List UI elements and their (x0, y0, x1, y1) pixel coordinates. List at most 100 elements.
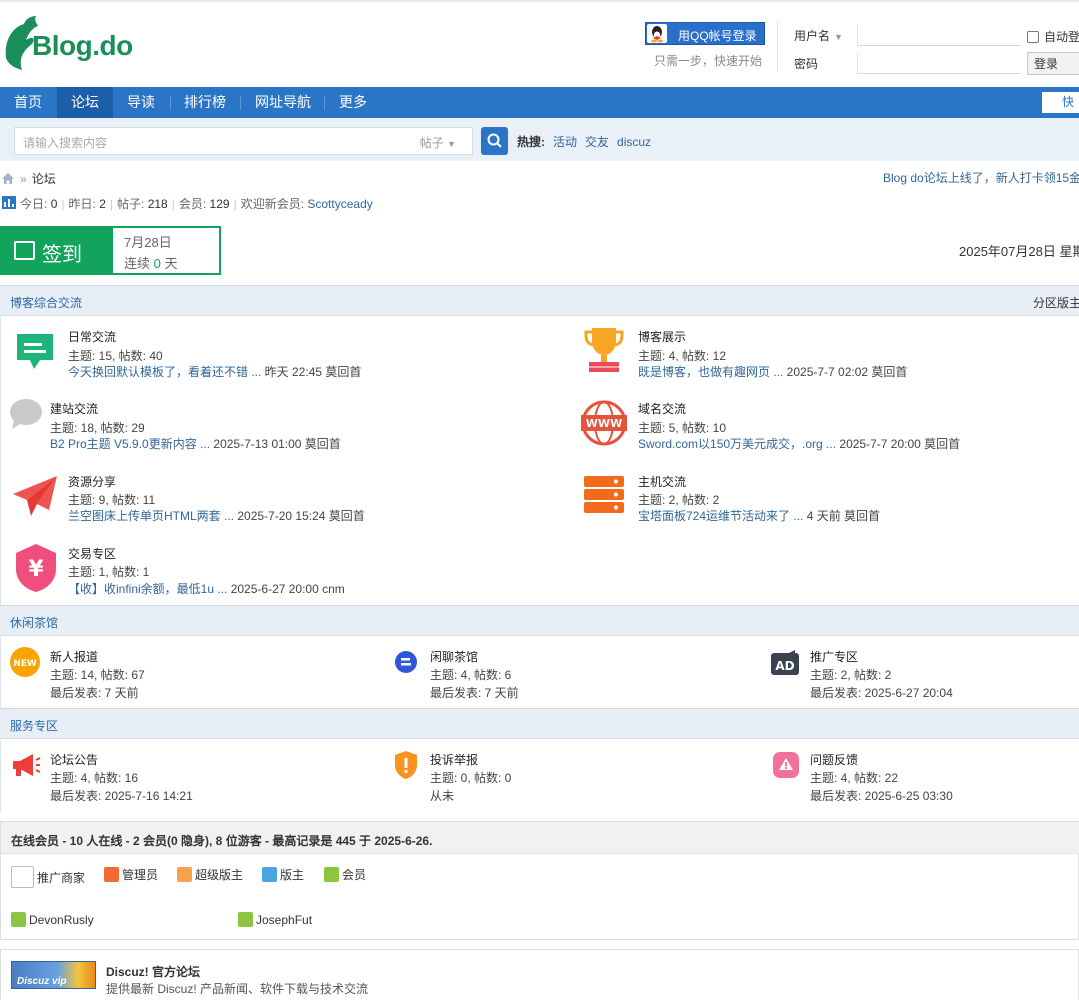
ad-icon[interactable]: AD (771, 650, 799, 679)
nav-item-guide[interactable]: 导读 (113, 87, 169, 118)
last-post-link[interactable]: 今天换回默认模板了，看着还不错 ... (68, 365, 261, 379)
hot-link[interactable]: 交友 (585, 135, 609, 149)
site-logo[interactable]: Blog.do (2, 14, 133, 74)
legend-item: 推广商家 (11, 866, 85, 888)
logo-text: Blog.do (32, 30, 133, 61)
forum-last-post: 最后发表: 7 天前 (430, 686, 519, 700)
nav-item-home[interactable]: 首页 (0, 87, 56, 118)
online-members-panel: 在线会员 - 10 人在线 - 2 会员(0 隐身), 8 位游客 - 最高记录… (0, 821, 1079, 940)
forum-name[interactable]: 闲聊茶馆 (430, 648, 478, 665)
breadcrumb-current[interactable]: 论坛 (32, 172, 56, 186)
quick-nav-button[interactable]: 快 (1042, 92, 1079, 113)
password-label: 密码 (794, 57, 819, 71)
hot-search: 热搜: 活动 交友 discuz (517, 133, 651, 150)
last-post-link[interactable]: 既是博客，也做有趣网页 ... (638, 365, 783, 379)
forum-name[interactable]: 新人报道 (50, 648, 98, 665)
last-post-link[interactable]: 兰空图床上传单页HTML两套 ... (68, 509, 234, 523)
member-icon (238, 912, 253, 927)
friend-link-desc: 提供最新 Discuz! 产品新闻、软件下载与技术交流 (106, 982, 369, 996)
www-icon[interactable]: WWW (581, 400, 627, 449)
auto-login-checkbox[interactable]: 自动登 (1027, 28, 1079, 45)
nav-item-more[interactable]: 更多 (325, 87, 381, 118)
yuan-shield-icon[interactable]: ¥ (14, 543, 58, 596)
category-title[interactable]: 博客综合交流 (10, 294, 82, 311)
category-title[interactable]: 服务专区 (10, 717, 58, 734)
member-icon (324, 867, 339, 882)
password-input[interactable] (857, 52, 1021, 74)
last-post-link[interactable]: 【收】收infini余额，最低1u ... (68, 582, 227, 596)
online-member[interactable]: JosephFut (238, 912, 312, 927)
newest-member-link[interactable]: Scottyceady (307, 197, 372, 211)
username-type-select[interactable]: 用户名 ▼ (794, 27, 843, 44)
username-input[interactable] (857, 24, 1021, 46)
last-post-link[interactable]: 宝塔面板724运维节活动来了 ... (638, 509, 803, 523)
nav-item-ranking[interactable]: 排行榜 (170, 87, 240, 118)
forum-name[interactable]: 资源分享 (68, 473, 116, 490)
category-title[interactable]: 休闲茶馆 (10, 614, 58, 631)
top-border (0, 0, 1079, 2)
search-bar: 请输入搜索内容 帖子 ▼ 热搜: 活动 交友 discuz (0, 118, 1079, 161)
search-type-select[interactable]: 帖子 ▼ (420, 134, 456, 151)
friend-link-name[interactable]: Discuz! 官方论坛 (106, 963, 200, 980)
online-member[interactable]: DevonRusly (11, 912, 94, 927)
warning-shield-icon[interactable] (394, 751, 418, 782)
forum-name[interactable]: 建站交流 (50, 400, 98, 417)
forum-name[interactable]: 主机交流 (638, 473, 686, 490)
today-date: 2025年07月28日 星期一 (959, 244, 1079, 259)
discuz-banner-link[interactable]: Discuz vip (11, 961, 96, 989)
qq-login-button[interactable]: 用QQ帐号登录 (645, 22, 765, 45)
admin-user-icon (104, 867, 119, 882)
server-icon[interactable] (584, 476, 624, 517)
announcement-link[interactable]: Blog do论坛上线了，新人打卡领15金币 (883, 169, 1079, 186)
search-button[interactable] (481, 127, 508, 155)
last-post-info: 2025-7-20 15:24 莫回首 (234, 509, 365, 523)
last-post-link[interactable]: B2 Pro主题 V5.9.0更新内容 ... (50, 437, 210, 451)
forum-name[interactable]: 日常交流 (68, 328, 116, 345)
forum-name[interactable]: 论坛公告 (50, 751, 98, 768)
forum-name[interactable]: 交易专区 (68, 545, 116, 562)
forum-name[interactable]: 投诉举报 (430, 751, 478, 768)
calendar-icon (14, 241, 35, 260)
legend-item: 会员 (324, 866, 366, 883)
feedback-icon[interactable] (773, 752, 799, 781)
chat-circle-icon[interactable] (394, 650, 418, 677)
online-title[interactable]: 在线会员 - 10 人在线 - 2 会员(0 隐身), 8 位游客 - 最高记录… (11, 832, 432, 849)
forum-last-post: 最后发表: 2025-6-27 20:04 (810, 686, 953, 700)
stats-welcome-label: 欢迎新会员: (240, 197, 305, 211)
online-header: 在线会员 - 10 人在线 - 2 会员(0 隐身), 8 位游客 - 最高记录… (1, 822, 1079, 854)
chevron-down-icon: ▼ (447, 139, 456, 149)
speech-bubble-icon[interactable] (9, 398, 43, 433)
category-moderator: 分区版主 (1033, 296, 1079, 310)
nav-item-url-nav[interactable]: 网址导航 (241, 87, 325, 118)
checkbox-icon[interactable] (1027, 31, 1039, 43)
paper-plane-icon[interactable] (11, 474, 59, 521)
forum-last-post: 最后发表: 2025-7-16 14:21 (50, 789, 193, 803)
forum-name[interactable]: 博客展示 (638, 328, 686, 345)
forum-last-post: 从未 (430, 789, 455, 803)
signin-button[interactable]: 签到 (2, 228, 113, 273)
forum-name[interactable]: 问题反馈 (810, 751, 858, 768)
forum-last-post: 最后发表: 2025-6-25 03:30 (810, 789, 953, 803)
friend-links: Discuz vip Discuz! 官方论坛 提供最新 Discuz! 产品新… (0, 949, 1079, 1000)
hot-link[interactable]: 活动 (553, 135, 577, 149)
svg-text:AD: AD (775, 659, 794, 673)
forum-meta: 主题: 1, 帖数: 1 (68, 565, 150, 579)
hot-link[interactable]: discuz (617, 135, 651, 149)
forum-name[interactable]: 域名交流 (638, 400, 686, 417)
new-badge-icon[interactable]: NEW (10, 647, 40, 680)
category-header: 博客综合交流 分区版主 (0, 285, 1079, 316)
forum-name[interactable]: 推广专区 (810, 648, 858, 665)
home-icon[interactable] (2, 173, 14, 184)
megaphone-icon[interactable] (11, 753, 41, 780)
stats-today-label: 今日: (20, 197, 48, 211)
stats-yesterday: 2 (99, 197, 106, 211)
search-input[interactable]: 请输入搜索内容 帖子 ▼ (14, 127, 473, 155)
login-button[interactable]: 登录 (1027, 52, 1079, 75)
stats-members: 129 (209, 197, 230, 211)
nav-item-forum[interactable]: 论坛 (57, 87, 113, 118)
signin-streak: 连续 0 天 (124, 256, 178, 271)
last-post-link[interactable]: Sword.com以150万美元成交，.org ... (638, 437, 836, 451)
main-nav: 首页 论坛 导读 排行榜 网址导航 更多 快 (0, 87, 1079, 118)
chat-bubble-icon[interactable] (14, 331, 56, 376)
trophy-icon[interactable] (583, 326, 625, 377)
